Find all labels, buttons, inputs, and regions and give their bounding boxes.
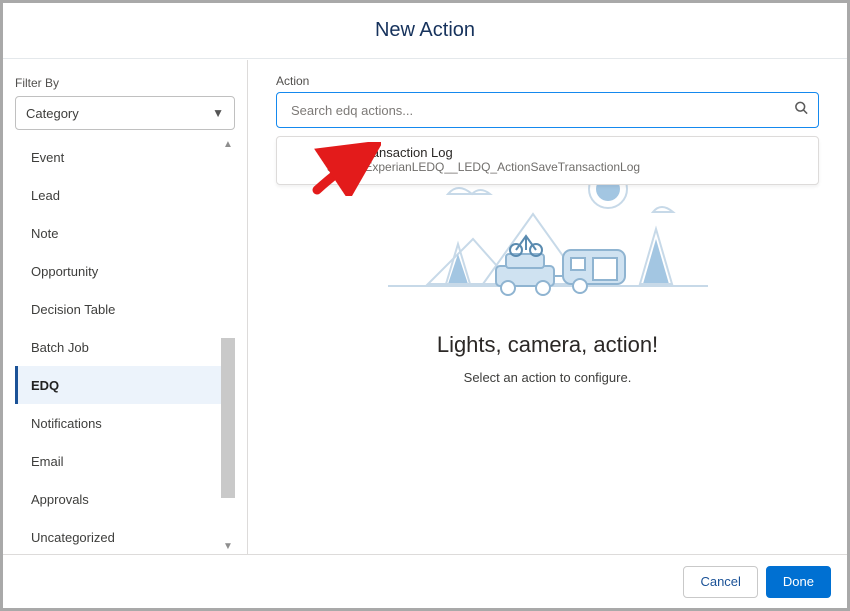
filter-sidebar: Filter By Category ▼ Event Lead Note Opp…: [3, 60, 248, 554]
filter-by-label: Filter By: [15, 76, 235, 90]
action-search-wrapper: [276, 92, 819, 128]
category-select-value: Category: [26, 106, 79, 121]
category-item-notifications[interactable]: Notifications: [15, 404, 235, 442]
new-action-modal: New Action Filter By Category ▼ Event Le…: [0, 0, 850, 611]
category-item-email[interactable]: Email: [15, 442, 235, 480]
search-icon: [794, 101, 809, 120]
main-panel: Action Save Transaction Log apex-TExperi…: [248, 60, 847, 554]
chevron-down-icon: ▼: [212, 106, 224, 120]
cancel-button[interactable]: Cancel: [683, 566, 757, 598]
category-select[interactable]: Category ▼: [15, 96, 235, 130]
category-item-opportunity[interactable]: Opportunity: [15, 252, 235, 290]
done-button[interactable]: Done: [766, 566, 831, 598]
modal-header: New Action: [3, 3, 847, 59]
dropdown-item-title: Save Transaction Log: [327, 145, 804, 160]
category-item-uncategorized[interactable]: Uncategorized: [15, 518, 235, 554]
category-item-batch-job[interactable]: Batch Job: [15, 328, 235, 366]
modal-body: Filter By Category ▼ Event Lead Note Opp…: [3, 59, 847, 554]
category-item-decision-table[interactable]: Decision Table: [15, 290, 235, 328]
scroll-down-icon[interactable]: ▼: [221, 540, 235, 554]
modal-title: New Action: [375, 19, 475, 42]
action-field-label: Action: [276, 74, 819, 88]
modal-footer: Cancel Done: [3, 554, 847, 608]
scrollbar[interactable]: ▲ ▼: [221, 138, 235, 554]
category-item-lead[interactable]: Lead: [15, 176, 235, 214]
dropdown-item-save-transaction-log[interactable]: Save Transaction Log apex-TExperianLEDQ_…: [277, 137, 818, 184]
category-item-event[interactable]: Event: [15, 138, 235, 176]
dropdown-item-subtitle: apex-TExperianLEDQ__LEDQ_ActionSaveTrans…: [327, 160, 804, 174]
empty-state-headline: Lights, camera, action!: [276, 332, 819, 358]
category-list-scroll: Event Lead Note Opportunity Decision Tab…: [15, 138, 235, 554]
action-search-input[interactable]: [276, 92, 819, 128]
scrollbar-thumb[interactable]: [221, 338, 235, 498]
empty-state-subtext: Select an action to configure.: [276, 370, 819, 385]
category-list: Event Lead Note Opportunity Decision Tab…: [15, 138, 235, 554]
scroll-up-icon[interactable]: ▲: [221, 138, 235, 152]
category-item-edq[interactable]: EDQ: [15, 366, 235, 404]
action-search-dropdown: Save Transaction Log apex-TExperianLEDQ_…: [276, 136, 819, 185]
category-item-note[interactable]: Note: [15, 214, 235, 252]
category-item-approvals[interactable]: Approvals: [15, 480, 235, 518]
